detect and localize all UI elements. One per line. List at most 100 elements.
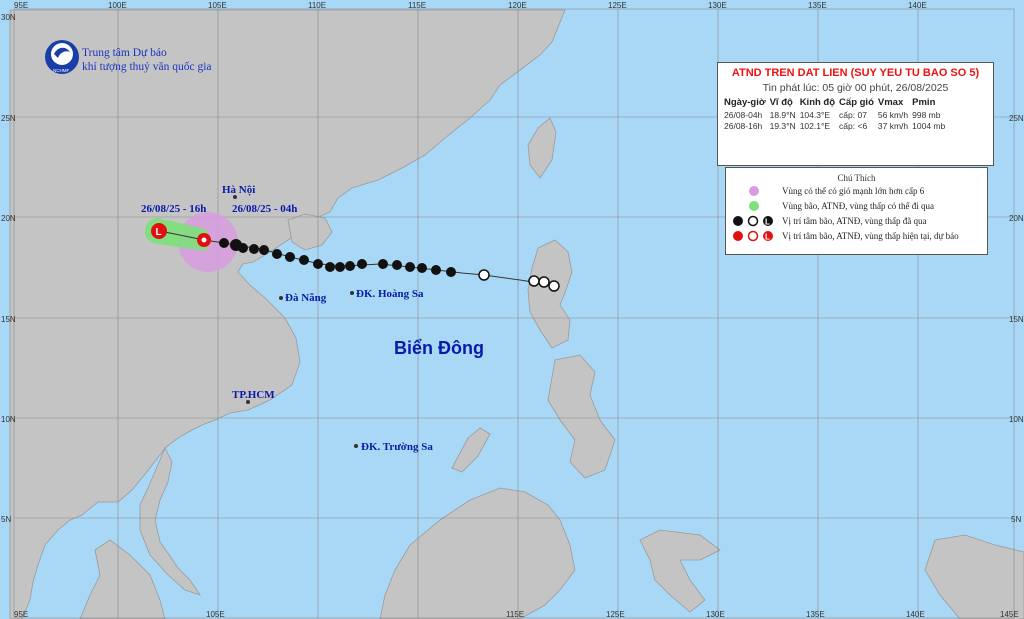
lat-left-label: 25N	[1, 114, 16, 123]
past-position-marker	[325, 262, 335, 272]
lon-bottom-label: 140E	[906, 610, 925, 619]
table-row: 26/08-16h 19.3°N 102.1°E cấp: <6 37 km/h…	[724, 121, 949, 132]
forecast-position-marker: L	[151, 223, 167, 239]
cell: 102.1°E	[799, 121, 831, 131]
logo-caption: NCHMF	[53, 68, 69, 73]
org-name-line1: Trung tâm Dự báo	[82, 47, 167, 59]
col-header: Vmax	[877, 97, 904, 108]
lat-left-label: 30N	[1, 13, 16, 22]
place-hanoi: Hà Nội	[222, 184, 255, 196]
legend-item: Vùng có thể có gió mạnh lớn hơn cấp 6	[726, 183, 987, 198]
past-position-marker	[405, 262, 415, 272]
past-depression-marker	[548, 280, 560, 292]
storm-data-table: Ngày-giờ Vĩ độ Kinh độ Cấp gió Vmax Pmin…	[724, 97, 949, 132]
cell: 26/08-04h	[724, 110, 763, 120]
legend-label: Vùng bão, ATNĐ, vùng thấp có thể đi qua	[782, 200, 934, 211]
lon-bottom-label: 115E	[506, 610, 524, 619]
lat-right-label: 10N	[1009, 415, 1024, 424]
past-position-marker	[335, 262, 345, 272]
legend-label: Vị trí tâm bão, ATNĐ, vùng thấp hiện tại…	[782, 230, 959, 241]
past-position-marker	[230, 239, 242, 251]
past-position-marker	[378, 259, 388, 269]
past-depression-marker	[538, 276, 550, 288]
past-position-marker	[357, 259, 367, 269]
lon-top-label: 110E	[308, 1, 326, 10]
col-header: Pmin	[912, 97, 936, 108]
sea-name: Biển Đông	[394, 338, 484, 358]
lon-top-label: 135E	[808, 1, 827, 10]
cell: 1004 mb	[912, 121, 946, 131]
cell: 104.3°E	[799, 110, 831, 120]
past-position-marker	[299, 255, 309, 265]
past-depression-marker	[478, 269, 490, 281]
col-header: Cấp gió	[839, 97, 874, 108]
past-depression-marker	[528, 275, 540, 287]
past-position-marker	[249, 244, 259, 254]
lat-left-label: 15N	[1, 315, 16, 324]
place-hcm: TP.HCM	[232, 389, 275, 401]
org-name-line2: khí tượng thuỷ văn quốc gia	[82, 60, 212, 73]
past-position-marker	[285, 252, 295, 262]
svg-text:L: L	[156, 227, 162, 238]
lon-top-label: 105E	[208, 1, 227, 10]
past-position-marker	[446, 267, 456, 277]
past-position-marker	[259, 245, 269, 255]
legend-label: Vị trí tâm bão, ATNĐ, vùng thấp đã qua	[782, 215, 927, 226]
legend-item: L Vị trí tâm bão, ATNĐ, vùng thấp đã qua	[726, 213, 987, 228]
current-time-label: 26/08/25 - 04h	[232, 203, 297, 215]
lon-bottom-label: 135E	[806, 610, 825, 619]
cell: 26/08-16h	[724, 121, 763, 131]
cell: 18.9°N	[769, 110, 796, 120]
place-truongsa: ĐK. Trường Sa	[361, 441, 433, 453]
past-symbols-icon: L	[733, 215, 773, 226]
lat-left-label: 10N	[1, 415, 16, 424]
wind-zone-swatch-icon	[749, 185, 759, 196]
lat-right-label: 5N	[1011, 515, 1021, 524]
place-danang: Đà Nẵng	[285, 292, 327, 304]
cell: 998 mb	[912, 110, 941, 120]
legend-title: Chú Thích	[837, 173, 876, 183]
cone-swatch-icon	[749, 200, 759, 211]
lon-top-label: 95E	[14, 1, 28, 10]
lon-bottom-label: 95E	[14, 610, 28, 619]
legend-label: Vùng có thể có gió mạnh lớn hơn cấp 6	[782, 185, 925, 196]
lon-bottom-label: 130E	[706, 610, 725, 619]
col-header: Vĩ độ	[769, 97, 793, 108]
lon-bottom-label: 125E	[606, 610, 625, 619]
storm-title: ATND TREN DAT LIEN (SUY YEU TU BAO SO 5)	[731, 67, 980, 79]
issued-time: Tin phát lúc: 05 giờ 00 phút, 26/08/2025	[762, 82, 949, 94]
lon-top-label: 100E	[108, 1, 127, 10]
place-hoangsa: ĐK. Hoàng Sa	[356, 288, 424, 300]
past-position-marker	[431, 265, 441, 275]
lon-bottom-label: 105E	[206, 610, 225, 619]
lon-top-label: 125E	[608, 1, 627, 10]
legend-item: Vùng bão, ATNĐ, vùng thấp có thể đi qua	[726, 198, 987, 213]
lat-right-label: 25N	[1009, 114, 1024, 123]
lon-top-label: 120E	[508, 1, 527, 10]
past-position-marker	[272, 249, 282, 259]
lat-left-label: 20N	[1, 214, 16, 223]
org-logo: NCHMF	[45, 40, 79, 74]
table-row: 26/08-04h 18.9°N 104.3°E cấp: 07 56 km/h…	[724, 110, 949, 121]
svg-text:L: L	[765, 232, 770, 241]
lon-top-label: 140E	[908, 1, 927, 10]
current-symbols-icon: L	[733, 230, 773, 241]
storm-info-panel: ATND TREN DAT LIEN (SUY YEU TU BAO SO 5)…	[717, 62, 994, 166]
lon-top-label: 115E	[408, 1, 426, 10]
past-position-marker	[417, 263, 427, 273]
cell: 56 km/h	[877, 110, 909, 120]
lat-left-label: 5N	[1, 515, 11, 524]
current-position-marker	[197, 233, 211, 247]
cell: cấp: 07	[839, 110, 867, 120]
cell: cấp: <6	[839, 121, 868, 131]
svg-text:L: L	[765, 217, 770, 226]
cell: 37 km/h	[877, 121, 909, 131]
col-header: Kinh độ	[799, 97, 836, 108]
past-position-marker	[313, 259, 323, 269]
past-position-marker	[219, 238, 229, 248]
lat-right-label: 15N	[1009, 315, 1024, 324]
lon-bottom-label: 145E	[1000, 610, 1019, 619]
lat-right-label: 20N	[1009, 214, 1024, 223]
forecast-time-label: 26/08/25 - 16h	[141, 203, 206, 215]
past-position-marker	[345, 261, 355, 271]
